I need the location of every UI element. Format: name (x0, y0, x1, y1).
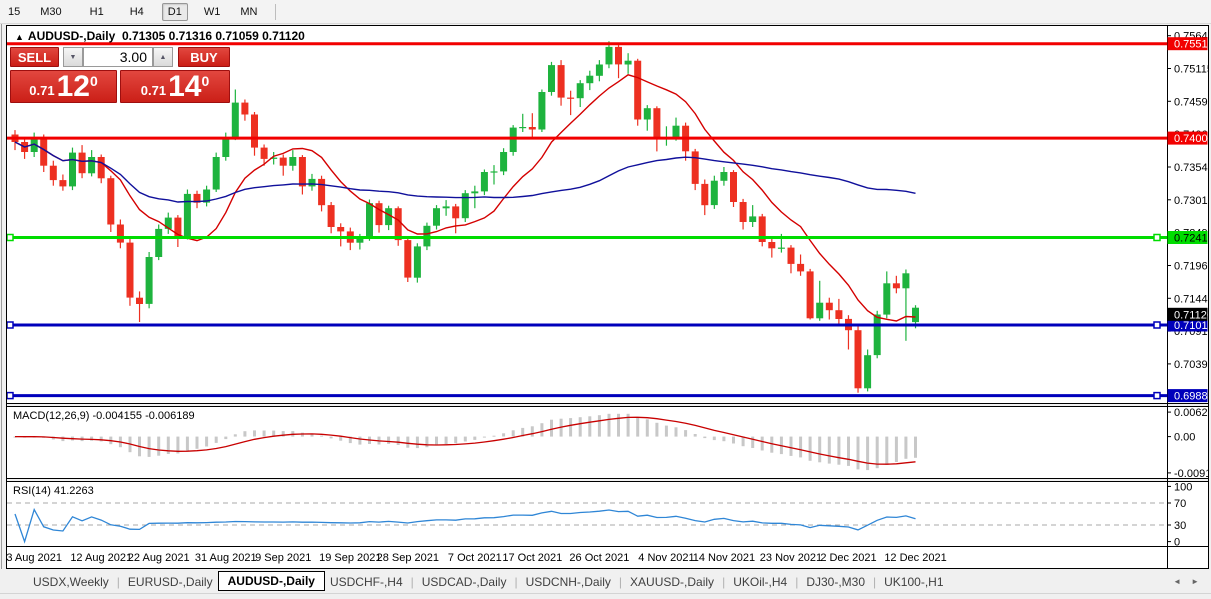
sell-button[interactable]: SELL (10, 47, 59, 67)
date-label: 3 Aug 2021 (7, 552, 62, 564)
chart-tab-ukoil-h4[interactable]: UKOil-,H4 (728, 574, 792, 590)
macd-tick-label: -0.009197 (1174, 468, 1208, 480)
line-handle[interactable] (1154, 235, 1160, 241)
date-label: 17 Oct 2021 (502, 552, 562, 564)
ask-price-pipette: 0 (201, 71, 209, 89)
line-price-label: 0.69884 (1174, 391, 1208, 403)
price-tick-label: 0.74590 (1174, 96, 1208, 108)
timeframe-button-m30[interactable]: M30 (34, 3, 67, 21)
price-tick-label: 0.70390 (1174, 359, 1208, 371)
chart-tab-bar: USDX,Weekly|EURUSD-,DailyAUDUSD-,DailyUS… (0, 570, 1211, 593)
chart-tab-dj30-m30[interactable]: DJ30-,M30 (801, 574, 870, 590)
line-handle[interactable] (7, 393, 13, 399)
volume-input[interactable] (83, 47, 153, 67)
date-label: 26 Oct 2021 (569, 552, 629, 564)
one-click-trading-panel: SELL ▼ ▲ BUY 0.71 12 0 0.71 14 0 (10, 46, 230, 103)
ask-price-display[interactable]: 0.71 14 0 (120, 70, 230, 103)
price-tick-label: 0.73015 (1174, 195, 1208, 207)
macd-tick-label: 0.00 (1174, 432, 1195, 444)
line-price-label: 0.71012 (1174, 320, 1208, 332)
timeframe-button-mn[interactable]: MN (234, 3, 263, 21)
tab-separator: | (719, 575, 728, 589)
chart-tab-xauusd-daily[interactable]: XAUUSD-,Daily (625, 574, 719, 590)
line-handle[interactable] (1154, 393, 1160, 399)
date-label: 23 Nov 2021 (760, 552, 822, 564)
date-label: 31 Aug 2021 (195, 552, 257, 564)
tab-separator: | (792, 575, 801, 589)
tab-scroll-left-icon[interactable]: ◄ (1173, 577, 1181, 586)
buy-button-label: BUY (190, 50, 217, 65)
date-label: 19 Sep 2021 (319, 552, 381, 564)
date-label: 14 Nov 2021 (693, 552, 755, 564)
chart-tab-audusd-daily[interactable]: AUDUSD-,Daily (218, 571, 325, 591)
bid-price-pips: 12 (57, 73, 90, 100)
status-strip (0, 593, 1211, 599)
tab-separator: | (114, 575, 123, 589)
rsi-tick-label: 70 (1174, 498, 1186, 510)
buy-button[interactable]: BUY (178, 47, 230, 67)
date-label: 7 Oct 2021 (448, 552, 502, 564)
tab-scroll-right-icon[interactable]: ► (1191, 577, 1199, 586)
window-left-border (1, 24, 2, 569)
ask-price-pips: 14 (168, 73, 201, 100)
price-tick-label: 0.71440 (1174, 293, 1208, 305)
date-label: 2 Dec 2021 (820, 552, 876, 564)
macd-indicator-label: MACD(12,26,9) -0.004155 -0.006189 (13, 410, 195, 422)
chart-tab-eurusd-daily[interactable]: EURUSD-,Daily (123, 574, 218, 590)
chart-symbol-label: AUDUSD-,Daily (28, 29, 115, 43)
chart-collapse-arrow[interactable]: ▲ (15, 32, 24, 42)
timeframe-button-h4[interactable]: H4 (124, 3, 150, 21)
line-price-label: 0.74002 (1174, 133, 1208, 145)
macd-tick-label: 0.006201 (1174, 407, 1208, 419)
chart-area[interactable]: 0.756400.751150.745900.740650.735400.730… (7, 26, 1208, 568)
timeframe-toolbar: 15 M30 H1 H4 D1 W1 MN (0, 0, 1211, 24)
line-handle[interactable] (7, 322, 13, 328)
timeframe-button-w1[interactable]: W1 (198, 3, 227, 21)
line-handle[interactable] (1154, 322, 1160, 328)
bid-price-prefix: 0.71 (29, 83, 54, 102)
date-label: 9 Sep 2021 (255, 552, 311, 564)
date-label: 22 Aug 2021 (128, 552, 190, 564)
current-price-label: 0.71120 (1174, 309, 1208, 321)
rsi-tick-label: 100 (1174, 481, 1192, 493)
volume-decrease-button[interactable]: ▼ (63, 47, 83, 67)
chart-tab-uk100-h1[interactable]: UK100-,H1 (879, 574, 948, 590)
chart-title: ▲ AUDUSD-,Daily 0.71305 0.71316 0.71059 0… (15, 29, 305, 43)
line-handle[interactable] (7, 235, 13, 241)
timeframe-button-h1[interactable]: H1 (84, 3, 110, 21)
rsi-tick-label: 0 (1174, 537, 1180, 549)
line-price-label: 0.72412 (1174, 233, 1208, 245)
rsi-indicator-label: RSI(14) 41.2263 (13, 485, 94, 497)
date-label: 4 Nov 2021 (638, 552, 694, 564)
rsi-line (15, 510, 916, 542)
volume-increase-button[interactable]: ▲ (153, 47, 173, 67)
chart-tab-usdchf-h4[interactable]: USDCHF-,H4 (325, 574, 408, 590)
bid-price-pipette: 0 (90, 71, 98, 89)
toolbar-separator (275, 4, 276, 20)
sell-button-label: SELL (18, 50, 51, 65)
date-label: 12 Aug 2021 (70, 552, 132, 564)
tab-separator: | (511, 575, 520, 589)
timeframe-button-15[interactable]: 15 (2, 3, 26, 21)
chart-tab-usdcnh-daily[interactable]: USDCNH-,Daily (521, 574, 616, 590)
chart-tab-usdcad-daily[interactable]: USDCAD-,Daily (417, 574, 512, 590)
tab-separator: | (870, 575, 879, 589)
chart-tab-usdx-weekly[interactable]: USDX,Weekly (28, 574, 114, 590)
tab-separator: | (616, 575, 625, 589)
price-tick-label: 0.71965 (1174, 260, 1208, 272)
chart-window: 0.756400.751150.745900.740650.735400.730… (6, 25, 1209, 569)
price-tick-label: 0.73540 (1174, 162, 1208, 174)
chart-ohlc-values: 0.71305 0.71316 0.71059 0.71120 (122, 29, 305, 43)
date-label: 28 Sep 2021 (377, 552, 439, 564)
timeframe-button-d1[interactable]: D1 (162, 3, 188, 21)
price-tick-label: 0.75115 (1174, 64, 1208, 76)
bid-price-display[interactable]: 0.71 12 0 (10, 70, 117, 103)
spin-down-icon: ▼ (70, 54, 77, 61)
tab-separator: | (408, 575, 417, 589)
date-label: 12 Dec 2021 (884, 552, 946, 564)
ask-price-prefix: 0.71 (141, 83, 166, 102)
rsi-tick-label: 30 (1174, 520, 1186, 532)
spin-up-icon: ▲ (160, 54, 167, 61)
line-price-label: 0.75512 (1174, 39, 1208, 51)
